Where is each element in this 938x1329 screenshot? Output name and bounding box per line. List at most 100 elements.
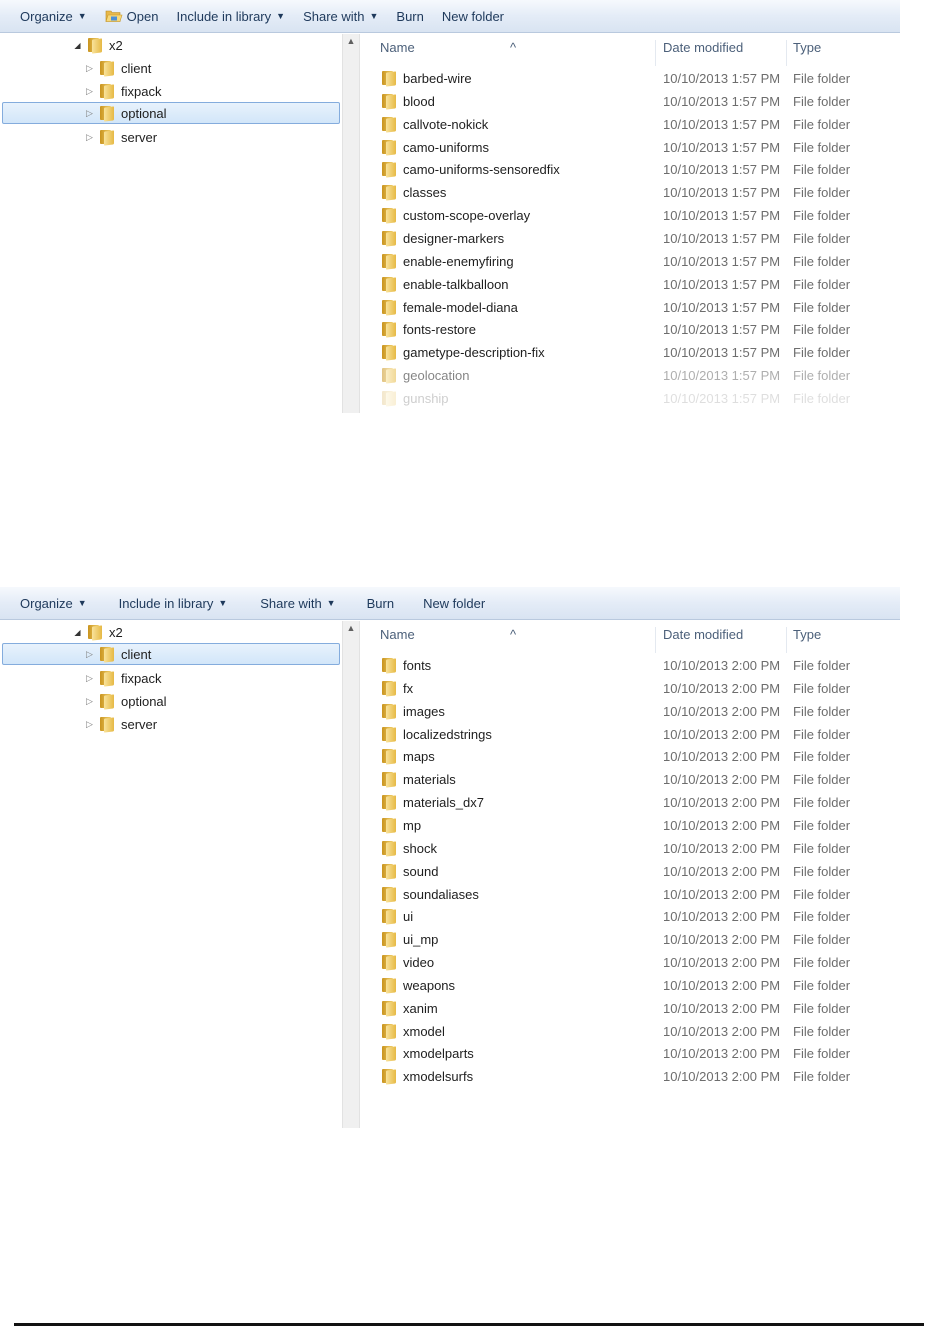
file-list-row[interactable]: xanim 10/10/2013 2:00 PM File folder xyxy=(360,997,900,1019)
folder-icon xyxy=(381,840,397,857)
file-list-row[interactable]: fonts-restore 10/10/2013 1:57 PM File fold… xyxy=(360,318,900,340)
column-header-name[interactable]: Name xyxy=(380,627,415,642)
new-folder-button[interactable]: New folder xyxy=(433,4,513,28)
folder-icon xyxy=(87,37,103,54)
open-button[interactable]: Open xyxy=(96,4,168,28)
file-list-row[interactable]: xmodel 10/10/2013 2:00 PM File folder xyxy=(360,1020,900,1042)
file-name: video xyxy=(403,955,435,971)
scroll-up-arrow-icon[interactable]: ▲ xyxy=(343,623,359,633)
file-list-row[interactable]: images 10/10/2013 2:00 PM File folder xyxy=(360,700,900,722)
tree-item-client[interactable]: ▷ client xyxy=(2,643,340,665)
tree-item-server[interactable]: ▷ server xyxy=(84,713,157,735)
share-with-button[interactable]: Share with ▼ xyxy=(294,4,387,28)
file-list-row[interactable]: enable-enemyfiring 10/10/2013 1:57 PM File… xyxy=(360,250,900,272)
file-name: designer-markers xyxy=(403,230,505,246)
file-date-modified: 10/10/2013 2:00 PM xyxy=(663,932,781,948)
navigation-pane: ◢ x2 ▷ client ▷ fixpack ▷ optional ▷ ser… xyxy=(0,621,342,1128)
tree-item-client[interactable]: ▷ client xyxy=(84,57,151,79)
collapsed-arrow-icon[interactable]: ▷ xyxy=(84,132,95,143)
file-list-row[interactable]: enable-talkballoon 10/10/2013 1:57 PM File… xyxy=(360,273,900,295)
collapsed-arrow-icon[interactable]: ▷ xyxy=(84,696,95,707)
file-name: enable-talkballoon xyxy=(403,276,509,292)
tree-item-optional[interactable]: ▷ optional xyxy=(84,690,167,712)
collapsed-arrow-icon[interactable]: ▷ xyxy=(84,719,95,730)
folder-icon xyxy=(381,299,397,316)
scroll-up-arrow-icon[interactable]: ▲ xyxy=(343,36,359,46)
file-list-row[interactable]: geolocation 10/10/2013 1:57 PM File folder xyxy=(360,364,900,386)
burn-button[interactable]: Burn xyxy=(345,591,403,615)
include-in-library-button[interactable]: Include in library ▼ xyxy=(167,4,294,28)
column-header-date[interactable]: Date modified xyxy=(663,627,743,642)
tree-item-optional[interactable]: ▷ optional xyxy=(2,102,340,124)
file-list-row[interactable]: materials_dx7 10/10/2013 2:00 PM File fold… xyxy=(360,791,900,813)
file-list-row[interactable]: xmodelsurfs 10/10/2013 2:00 PM File folder xyxy=(360,1065,900,1087)
open-label: Open xyxy=(126,8,159,24)
tree-item-fixpack[interactable]: ▷ fixpack xyxy=(84,80,161,102)
file-list-row[interactable]: video 10/10/2013 2:00 PM File folder xyxy=(360,951,900,973)
organize-menu-button[interactable]: Organize ▼ xyxy=(11,591,96,615)
file-list-row[interactable]: ui_mp 10/10/2013 2:00 PM File folder xyxy=(360,928,900,950)
file-name: ui xyxy=(403,909,414,925)
folder-icon xyxy=(99,129,115,146)
navigation-scrollbar[interactable]: ▲ xyxy=(342,621,360,1128)
file-name: fonts xyxy=(403,658,432,673)
file-date-modified: 10/10/2013 2:00 PM xyxy=(663,840,781,856)
collapsed-arrow-icon[interactable]: ▷ xyxy=(84,86,95,97)
column-header-date[interactable]: Date modified xyxy=(663,40,743,55)
navigation-scrollbar[interactable]: ▲ xyxy=(342,34,360,413)
file-list: ^ Name Date modified Type barbed-wire 10/… xyxy=(360,34,900,413)
organize-menu-button[interactable]: Organize ▼ xyxy=(11,4,96,28)
burn-button[interactable]: Burn xyxy=(387,4,432,28)
file-list-row[interactable]: mp 10/10/2013 2:00 PM File folder xyxy=(360,814,900,836)
folder-icon xyxy=(99,693,115,710)
column-divider[interactable] xyxy=(786,40,787,66)
collapsed-arrow-icon[interactable]: ▷ xyxy=(84,649,95,660)
file-date-modified: 10/10/2013 1:57 PM xyxy=(663,299,781,315)
column-divider[interactable] xyxy=(786,627,787,653)
file-name: soundaliases xyxy=(403,886,479,902)
collapsed-arrow-icon[interactable]: ▷ xyxy=(84,63,95,74)
file-list-row[interactable]: gunship 10/10/2013 1:57 PM File folder xyxy=(360,387,900,409)
column-divider[interactable] xyxy=(655,627,656,653)
file-list-row[interactable]: localizedstrings 10/10/2013 2:00 PM File f… xyxy=(360,723,900,745)
collapsed-arrow-icon[interactable]: ▷ xyxy=(84,108,95,119)
folder-icon xyxy=(381,139,397,156)
column-divider[interactable] xyxy=(655,40,656,66)
file-list-row[interactable]: ui 10/10/2013 2:00 PM File folder xyxy=(360,905,900,927)
file-list-row[interactable]: female-model-diana 10/10/2013 1:57 PM File… xyxy=(360,296,900,318)
file-name: mp xyxy=(403,817,422,833)
file-list-row[interactable]: maps 10/10/2013 2:00 PM File folder xyxy=(360,745,900,767)
tree-item-x2[interactable]: ◢ x2 xyxy=(72,34,123,56)
file-list-row[interactable]: soundaliases 10/10/2013 2:00 PM File folde… xyxy=(360,883,900,905)
file-list-row[interactable]: camo-uniforms-sensoredfix 10/10/2013 1:57… xyxy=(360,158,900,180)
folder-icon xyxy=(381,367,397,384)
file-list-row[interactable]: sound 10/10/2013 2:00 PM File folder xyxy=(360,860,900,882)
tree-item-server[interactable]: ▷ server xyxy=(84,126,157,148)
expanded-arrow-icon[interactable]: ◢ xyxy=(72,628,83,637)
file-list-row[interactable]: callvote-nokick 10/10/2013 1:57 PM File fo… xyxy=(360,113,900,135)
tree-item-fixpack[interactable]: ▷ fixpack xyxy=(84,667,161,689)
expanded-arrow-icon[interactable]: ◢ xyxy=(72,41,83,50)
tree-item-x2[interactable]: ◢ x2 xyxy=(72,621,123,643)
file-list-row[interactable]: gametype-description-fix 10/10/2013 1:57 … xyxy=(360,341,900,363)
file-list-row[interactable]: designer-markers 10/10/2013 1:57 PM File f… xyxy=(360,227,900,249)
file-list-row[interactable]: materials 10/10/2013 2:00 PM File folder xyxy=(360,768,900,790)
file-list-row[interactable]: fx 10/10/2013 2:00 PM File folder xyxy=(360,677,900,699)
file-list-row[interactable]: camo-uniforms 10/10/2013 1:57 PM File fold… xyxy=(360,136,900,158)
include-in-library-button[interactable]: Include in library ▼ xyxy=(96,591,237,615)
file-list-row[interactable]: shock 10/10/2013 2:00 PM File folder xyxy=(360,837,900,859)
file-list-row[interactable]: blood 10/10/2013 1:57 PM File folder xyxy=(360,90,900,112)
share-with-label: Share with xyxy=(303,8,365,24)
file-list-row[interactable]: barbed-wire 10/10/2013 1:57 PM File folder xyxy=(360,67,900,89)
collapsed-arrow-icon[interactable]: ▷ xyxy=(84,673,95,684)
file-list-row[interactable]: custom-scope-overlay 10/10/2013 1:57 PM Fi… xyxy=(360,204,900,226)
new-folder-button[interactable]: New folder xyxy=(403,591,494,615)
file-list-row[interactable]: classes 10/10/2013 1:57 PM File folder xyxy=(360,181,900,203)
column-header-name[interactable]: Name xyxy=(380,40,415,55)
file-list-row[interactable]: fonts 10/10/2013 2:00 PM File folder xyxy=(360,654,900,676)
column-header-type[interactable]: Type xyxy=(793,40,821,55)
column-header-type[interactable]: Type xyxy=(793,627,821,642)
share-with-button[interactable]: Share with ▼ xyxy=(236,591,344,615)
file-list-row[interactable]: weapons 10/10/2013 2:00 PM File folder xyxy=(360,974,900,996)
file-list-row[interactable]: xmodelparts 10/10/2013 2:00 PM File folder xyxy=(360,1042,900,1064)
